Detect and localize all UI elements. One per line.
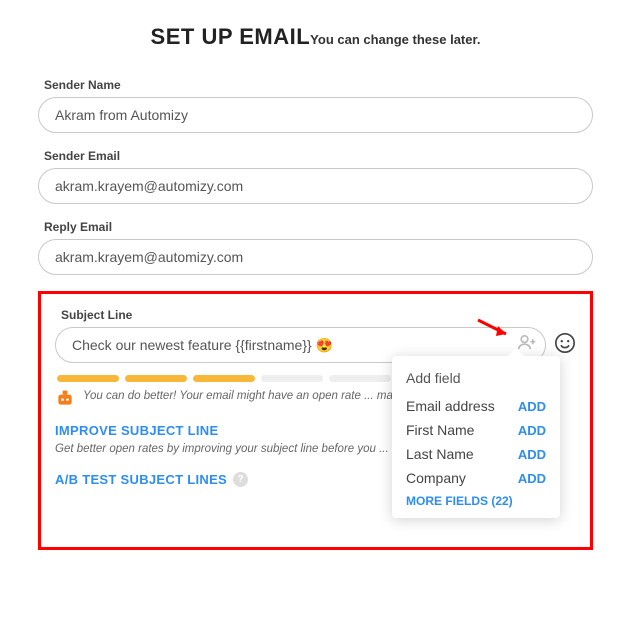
sender-name-label: Sender Name bbox=[38, 78, 593, 92]
add-field-popover: Add field Email address ADD First Name A… bbox=[392, 356, 560, 518]
page-title: SET UP EMAILYou can change these later. bbox=[0, 0, 631, 60]
form-area: Sender Name Sender Email Reply Email Sub… bbox=[0, 60, 631, 560]
popover-item-name: Company bbox=[406, 470, 466, 486]
title-sub: You can change these later. bbox=[310, 32, 480, 47]
score-bar bbox=[193, 375, 255, 382]
popover-more-link[interactable]: MORE FIELDS (22) bbox=[406, 494, 546, 508]
subject-line-label: Subject Line bbox=[55, 308, 576, 322]
popover-item: Company ADD bbox=[406, 470, 546, 486]
bot-icon bbox=[55, 388, 75, 413]
popover-add-button[interactable]: ADD bbox=[518, 423, 546, 438]
score-bar bbox=[329, 375, 391, 382]
popover-add-button[interactable]: ADD bbox=[518, 471, 546, 486]
emoji-icon[interactable] bbox=[554, 332, 576, 359]
reply-email-label: Reply Email bbox=[38, 220, 593, 234]
subject-highlight-box: Subject Line You can do better! Yo bbox=[38, 291, 593, 550]
sender-email-row: Sender Email bbox=[38, 149, 593, 204]
popover-add-button[interactable]: ADD bbox=[518, 399, 546, 414]
score-bar bbox=[125, 375, 187, 382]
abtest-link[interactable]: A/B TEST SUBJECT LINES bbox=[55, 472, 227, 487]
popover-item-name: First Name bbox=[406, 422, 474, 438]
help-icon[interactable]: ? bbox=[233, 472, 248, 487]
popover-item: Last Name ADD bbox=[406, 446, 546, 462]
sender-name-row: Sender Name bbox=[38, 78, 593, 133]
popover-add-button[interactable]: ADD bbox=[518, 447, 546, 462]
popover-item: First Name ADD bbox=[406, 422, 546, 438]
sender-email-label: Sender Email bbox=[38, 149, 593, 163]
score-bar bbox=[261, 375, 323, 382]
score-bar bbox=[57, 375, 119, 382]
popover-item: Email address ADD bbox=[406, 398, 546, 414]
sender-name-input[interactable] bbox=[38, 97, 593, 133]
popover-item-name: Email address bbox=[406, 398, 495, 414]
popover-item-name: Last Name bbox=[406, 446, 474, 462]
popover-title: Add field bbox=[406, 370, 546, 386]
sender-email-input[interactable] bbox=[38, 168, 593, 204]
reply-email-input[interactable] bbox=[38, 239, 593, 275]
title-main: SET UP EMAIL bbox=[151, 24, 311, 49]
reply-email-row: Reply Email bbox=[38, 220, 593, 275]
